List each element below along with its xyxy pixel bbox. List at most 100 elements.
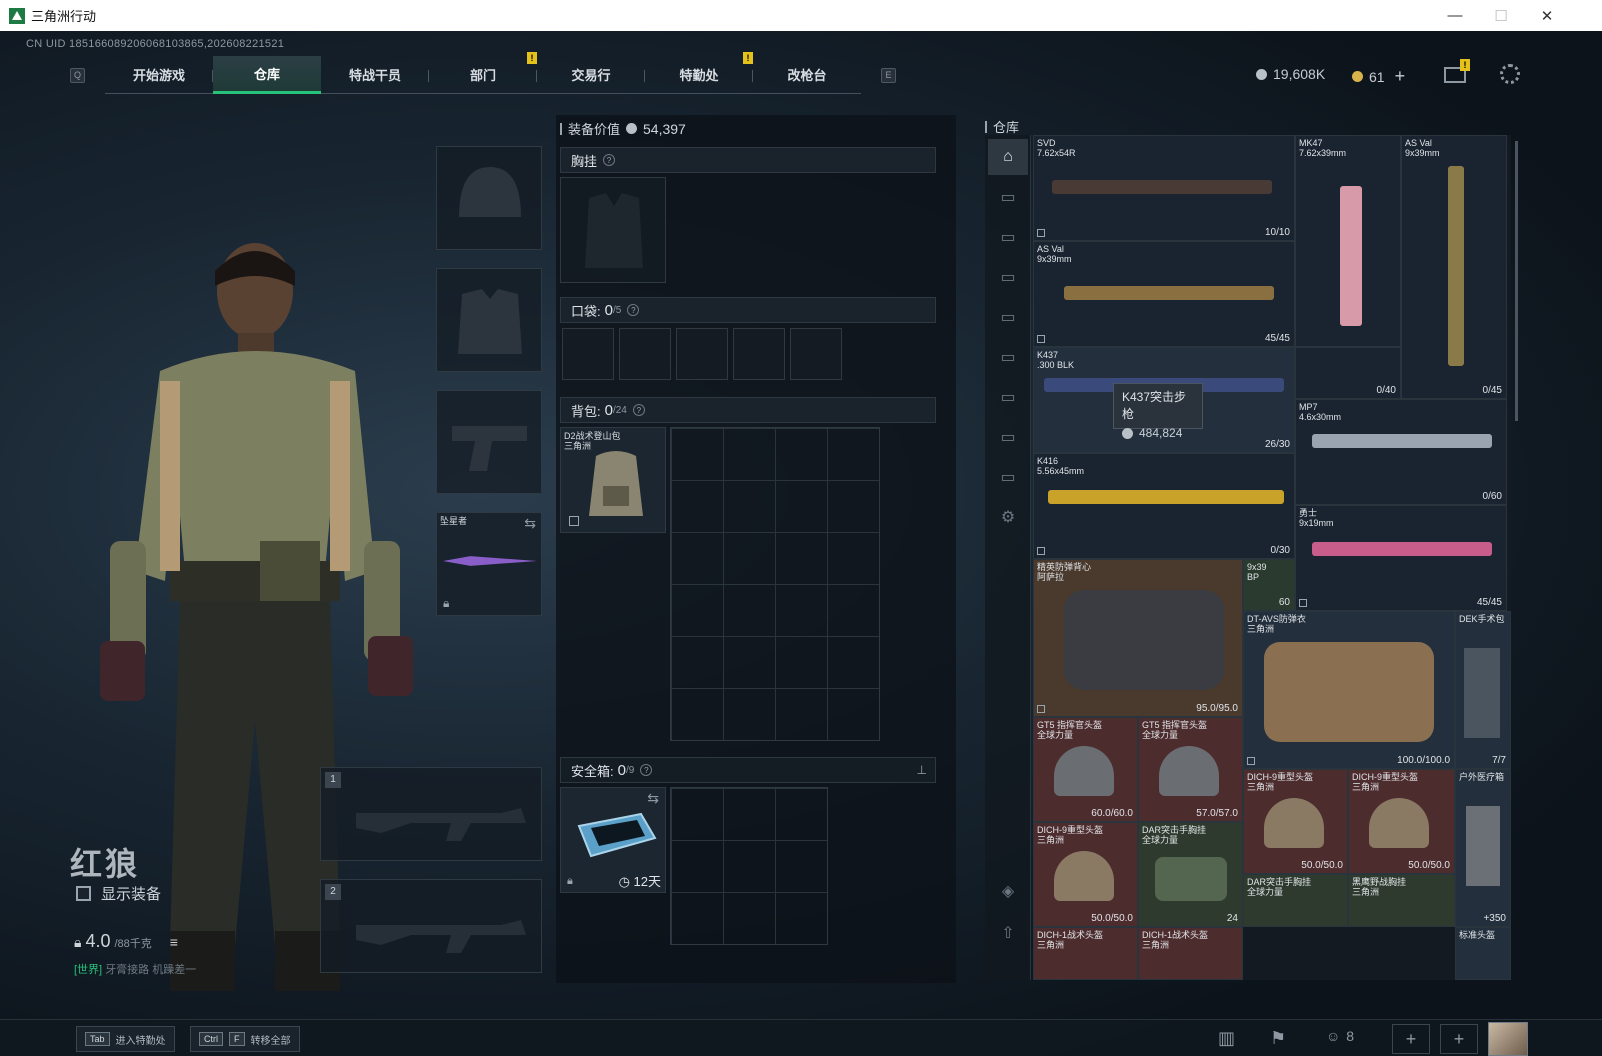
stash-item[interactable]: DICH-1战术头盔 三角洲 [1138, 927, 1243, 980]
currency-display[interactable]: 19,608K [1256, 66, 1325, 82]
mail-icon[interactable]: ! [1444, 59, 1470, 83]
stash-item[interactable]: 勇士 9x19mm 45/45 [1295, 505, 1507, 611]
tab-gunsmith[interactable]: 改枪台 [753, 56, 861, 94]
tab-warehouse[interactable]: 仓库 [213, 56, 321, 94]
stash-item[interactable]: DAR突击手胸挂 全球力量 [1243, 874, 1348, 927]
stash-page-7-icon[interactable]: ▭ [988, 419, 1028, 455]
next-tab-key[interactable]: E [881, 67, 896, 83]
player-uid: CN UID 185166089206068103865,20260822152… [26, 38, 285, 50]
stash-page-3-icon[interactable]: ▭ [988, 259, 1028, 295]
stash-item[interactable]: 标准头盔 [1455, 927, 1511, 980]
flag-icon[interactable]: ⚑ [1270, 1028, 1286, 1049]
item-name: DICH-9重型头盔 [1352, 772, 1419, 782]
slot-number: 1 [325, 772, 341, 788]
tab-operators[interactable]: 特战干员 [321, 56, 429, 94]
primary-weapon-slot-2[interactable]: 2 [320, 879, 542, 973]
checkbox[interactable] [76, 886, 91, 901]
tab-trading[interactable]: 交易行 [537, 56, 645, 94]
stash-item[interactable]: 精英防弹背心 阿萨拉 95.0/95.0 [1033, 559, 1243, 717]
safebox-slot[interactable]: ⇆ 🔒︎ ◷ 12天 [560, 787, 666, 893]
stash-item[interactable]: DEK手术包 7/7 [1455, 611, 1511, 769]
layers-icon[interactable]: ◈ [988, 873, 1028, 909]
stash-item[interactable]: DAR突击手胸挂 全球力量 24 [1138, 822, 1243, 927]
pocket-slot[interactable] [733, 328, 785, 380]
auto-sort-icon[interactable]: ⇧ [988, 915, 1028, 951]
transfer-all-button[interactable]: Ctrl F 转移全部 [190, 1026, 300, 1052]
stash-page-6-icon[interactable]: ▭ [988, 379, 1028, 415]
list-icon[interactable]: ≡ [170, 934, 178, 950]
stash-item[interactable]: DT-AVS防弹衣 三角洲 100.0/100.0 [1243, 611, 1455, 769]
settings-gear-icon[interactable] [1500, 64, 1520, 84]
stash-item[interactable]: DICH-1战术头盔 三角洲 [1033, 927, 1138, 980]
stash-item[interactable]: MK47 7.62x39mm [1295, 135, 1401, 347]
medical-case-icon [1466, 806, 1500, 886]
pocket-slot[interactable] [790, 328, 842, 380]
swap-arrows-icon[interactable]: ⇆ [647, 790, 659, 807]
helmet-slot[interactable] [436, 146, 542, 250]
item-count: 45/45 [1476, 597, 1502, 608]
stash-item[interactable]: GT5 指挥官头盔 全球力量 57.0/57.0 [1138, 717, 1243, 822]
stash-item[interactable]: 户外医疗箱 +350 [1455, 769, 1511, 927]
add-coupon-button[interactable]: + [1395, 66, 1406, 87]
tab-department[interactable]: 部门! [429, 52, 537, 94]
stash-item[interactable]: 9x39 BP 60 [1243, 559, 1295, 611]
backpack-grid[interactable] [670, 427, 880, 741]
invite-slot-2-plus-icon[interactable]: + [1440, 1024, 1478, 1054]
minimize-button[interactable]: — [1432, 0, 1478, 31]
armor-slot[interactable] [436, 268, 542, 372]
melee-slot[interactable]: 坠星者 ⇆ 🔒︎ [436, 512, 542, 616]
stash-item[interactable]: SVD 7.62x54R 10/10 [1033, 135, 1295, 241]
stash-item[interactable]: 黑鹰野战胸挂 三角洲 [1348, 874, 1455, 927]
pocket-slot[interactable] [676, 328, 728, 380]
stash-item[interactable]: 0/40 [1295, 347, 1401, 399]
stash-settings-icon[interactable]: ⚙ [988, 499, 1028, 535]
stash-item[interactable]: DICH-9重型头盔 三角洲 50.0/50.0 [1243, 769, 1348, 874]
pistol-silhouette-icon [452, 426, 527, 471]
stash-grid[interactable]: SVD 7.62x54R 10/10 MK47 7.62x39mm AS Val 9x… [1033, 135, 1511, 980]
item-count: 26/30 [1264, 439, 1290, 450]
stash-page-5-icon[interactable]: ▭ [988, 339, 1028, 375]
stash-page-8-icon[interactable]: ▭ [988, 459, 1028, 495]
stash-item[interactable]: AS Val 9x39mm 0/45 [1401, 135, 1507, 399]
world-chat[interactable]: [世界] 牙膏接路 机躁差一 [74, 961, 196, 977]
maximize-button[interactable]: ☐ [1478, 0, 1524, 31]
stash-item[interactable]: GT5 指挥官头盔 全球力量 60.0/60.0 [1033, 717, 1138, 822]
pistol-slot[interactable] [436, 390, 542, 494]
player-avatar[interactable] [1488, 1022, 1528, 1056]
pin-icon[interactable]: ⊥ [917, 763, 927, 777]
chest-rig-slot[interactable] [560, 177, 666, 283]
close-button[interactable]: ✕ [1524, 0, 1570, 31]
stash-item[interactable]: AS Val 9x39mm 45/45 [1033, 241, 1295, 347]
stash-item[interactable]: K416 5.56x45mm 0/30 [1033, 453, 1295, 559]
stash-all-icon[interactable]: ⌂ [988, 139, 1028, 175]
stash-item[interactable]: MP7 4.6x30mm 0/60 [1295, 399, 1507, 505]
help-icon[interactable]: ? [632, 404, 645, 416]
stash-item[interactable]: DICH-9重型头盔 三角洲 50.0/50.0 [1033, 822, 1138, 927]
stats-chart-icon[interactable]: ▥ [1218, 1028, 1235, 1049]
friends-button[interactable]: ☺ 8 [1326, 1028, 1354, 1044]
help-icon[interactable]: ? [640, 764, 653, 776]
enter-special-ops-button[interactable]: Tab 进入特勤处 [76, 1026, 175, 1052]
safebox-grid[interactable] [670, 787, 828, 945]
coupon-display[interactable]: 61 + [1352, 66, 1405, 87]
help-icon[interactable]: ? [627, 304, 640, 316]
prev-tab-key[interactable]: Q [70, 67, 85, 83]
primary-weapon-slot-1[interactable]: 1 [320, 767, 542, 861]
item-name: 精英防弹背心 [1037, 562, 1092, 572]
stash-scrollbar[interactable] [1515, 141, 1518, 421]
tab-start-game[interactable]: 开始游戏 [105, 56, 213, 94]
stash-item[interactable]: DICH-9重型头盔 三角洲 50.0/50.0 [1348, 769, 1455, 874]
equipment-value-amount: 54,397 [643, 120, 686, 137]
help-icon[interactable]: ? [603, 154, 616, 166]
item-name: DICH-1战术头盔 [1142, 930, 1209, 940]
swap-arrows-icon[interactable]: ⇆ [524, 515, 536, 532]
stash-page-2-icon[interactable]: ▭ [988, 219, 1028, 255]
backpack-slot[interactable]: D2战术登山包 三角洲 [560, 427, 666, 533]
stash-page-4-icon[interactable]: ▭ [988, 299, 1028, 335]
stash-page-1-icon[interactable]: ▭ [988, 179, 1028, 215]
invite-slot-1-plus-icon[interactable]: + [1392, 1024, 1430, 1054]
pocket-slot[interactable] [619, 328, 671, 380]
show-gear-toggle[interactable]: 显示装备 [76, 883, 161, 904]
tab-special-ops[interactable]: 特勤处! [645, 52, 753, 94]
pocket-slot[interactable] [562, 328, 614, 380]
